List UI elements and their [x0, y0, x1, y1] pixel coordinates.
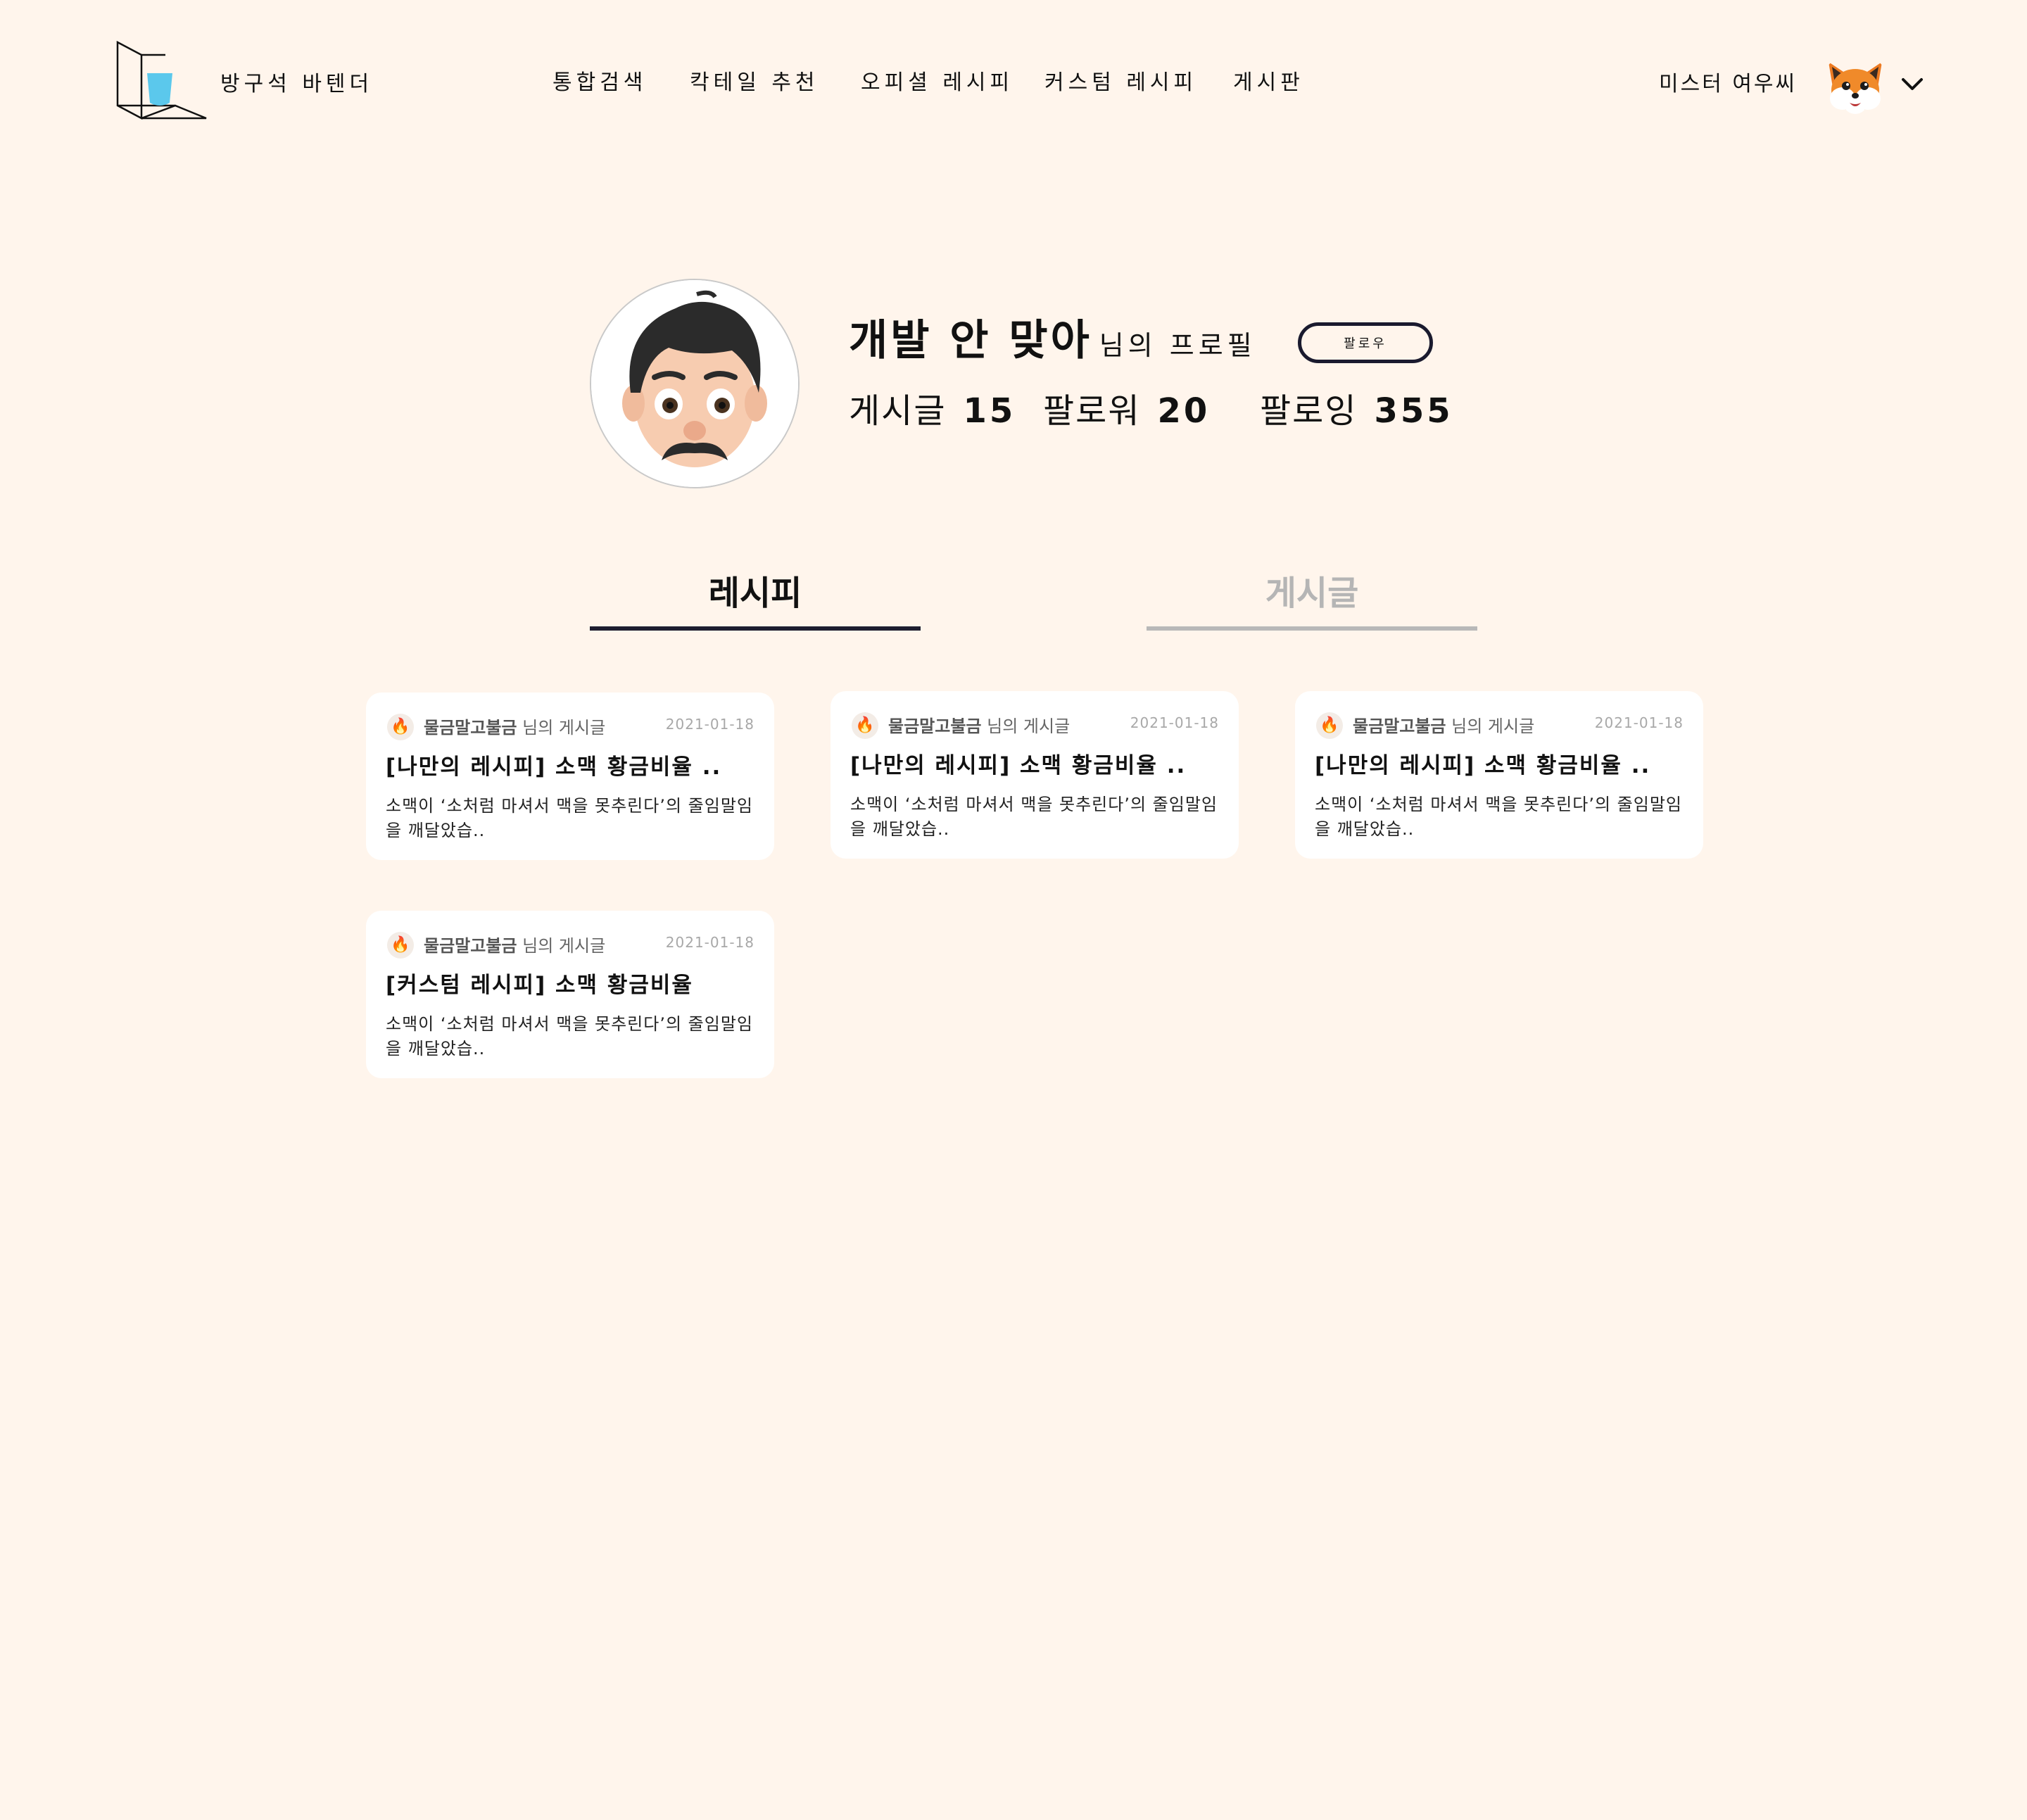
stat-followers-value: 20 — [1157, 391, 1211, 431]
fire-icon: 🔥 — [387, 714, 414, 740]
profile-avatar — [590, 279, 800, 488]
tab-recipes[interactable]: 레시피 — [590, 563, 921, 631]
brand-name[interactable]: 방구석 바텐더 — [220, 69, 373, 100]
card-title: [커스텀 레시피] 소맥 황금비율 — [386, 973, 693, 998]
stat-posts[interactable]: 게시글 15 — [849, 388, 1016, 434]
card-author-suffix: 님의 게시글 — [522, 936, 606, 956]
card-author-name: 물금말고불금 — [1353, 716, 1446, 736]
stat-following[interactable]: 팔로잉 355 — [1260, 388, 1453, 434]
card-author-suffix: 님의 게시글 — [522, 718, 606, 738]
stat-following-value: 355 — [1374, 391, 1453, 431]
card-date: 2021-01-18 — [665, 716, 754, 733]
tab-posts[interactable]: 게시글 — [1147, 563, 1477, 631]
card-excerpt: 소맥이 ‘소처럼 마셔서 맥을 못추린다’의 줄임말임을 깨달았습.. — [1315, 795, 1683, 839]
tab-posts-indicator — [1147, 626, 1477, 631]
stat-followers-label: 팔로워 — [1043, 391, 1141, 431]
stat-following-label: 팔로잉 — [1260, 391, 1358, 431]
follow-button[interactable]: 팔로우 — [1298, 322, 1433, 363]
tab-posts-label: 게시글 — [1265, 574, 1359, 613]
fire-icon: 🔥 — [387, 932, 414, 959]
card-date: 2021-01-18 — [1594, 714, 1684, 731]
card-author-suffix: 님의 게시글 — [1451, 716, 1535, 736]
memoji-avatar-icon — [591, 280, 798, 487]
fire-icon: 🔥 — [1316, 712, 1343, 739]
card-date: 2021-01-18 — [665, 934, 754, 951]
card-author: 물금말고불금 님의 게시글 — [424, 715, 605, 740]
card-author-suffix: 님의 게시글 — [987, 716, 1071, 736]
recipe-card[interactable]: 🔥 물금말고불금 님의 게시글 2021-01-18 [나만의 레시피] 소맥 … — [366, 693, 774, 860]
stat-followers[interactable]: 팔로워 20 — [1043, 388, 1210, 434]
nav-board[interactable]: 게시판 — [1233, 68, 1304, 99]
tab-recipes-label: 레시피 — [708, 574, 802, 613]
profile-username: 개발 안 맞아 — [849, 316, 1092, 365]
card-title: [나만의 레시피] 소맥 황금비율 .. — [1315, 753, 1651, 778]
fox-avatar-icon[interactable] — [1821, 52, 1889, 120]
card-author-name: 물금말고불금 — [888, 716, 982, 736]
chevron-down-icon[interactable] — [1900, 76, 1924, 93]
recipe-card[interactable]: 🔥 물금말고불금 님의 게시글 2021-01-18 [나만의 레시피] 소맥 … — [1295, 691, 1703, 859]
card-author: 물금말고불금 님의 게시글 — [424, 933, 605, 959]
card-title: [나만의 레시피] 소맥 황금비율 .. — [850, 753, 1187, 778]
card-excerpt: 소맥이 ‘소처럼 마셔서 맥을 못추린다’의 줄임말임을 깨달았습.. — [386, 1014, 754, 1058]
recipe-card[interactable]: 🔥 물금말고불금 님의 게시글 2021-01-18 [커스텀 레시피] 소맥 … — [366, 911, 774, 1078]
profile-name-suffix: 님의 프로필 — [1099, 330, 1256, 361]
fire-icon: 🔥 — [852, 712, 878, 739]
header-username[interactable]: 미스터 여우씨 — [1659, 69, 1797, 100]
card-author-name: 물금말고불금 — [424, 936, 517, 956]
nav-integrated-search[interactable]: 통합검색 — [552, 68, 647, 99]
recipe-card[interactable]: 🔥 물금말고불금 님의 게시글 2021-01-18 [나만의 레시피] 소맥 … — [831, 691, 1239, 859]
stat-posts-value: 15 — [963, 391, 1016, 431]
card-excerpt: 소맥이 ‘소처럼 마셔서 맥을 못추린다’의 줄임말임을 깨달았습.. — [386, 796, 754, 840]
card-author: 물금말고불금 님의 게시글 — [888, 714, 1070, 739]
stat-posts-label: 게시글 — [849, 391, 947, 431]
logo-icon[interactable] — [116, 40, 208, 124]
card-author: 물금말고불금 님의 게시글 — [1353, 714, 1534, 739]
tab-recipes-indicator — [590, 626, 921, 631]
profile-title: 개발 안 맞아 님의 프로필 — [849, 312, 1256, 379]
nav-official-recipe[interactable]: 오피셜 레시피 — [861, 68, 1014, 99]
card-title: [나만의 레시피] 소맥 황금비율 .. — [386, 754, 722, 780]
card-date: 2021-01-18 — [1130, 714, 1219, 731]
nav-custom-recipe[interactable]: 커스텀 레시피 — [1044, 68, 1197, 99]
nav-cocktail-recommend[interactable]: 칵테일 추천 — [690, 68, 819, 99]
card-author-name: 물금말고불금 — [424, 718, 517, 738]
card-excerpt: 소맥이 ‘소처럼 마셔서 맥을 못추린다’의 줄임말임을 깨달았습.. — [850, 795, 1218, 839]
